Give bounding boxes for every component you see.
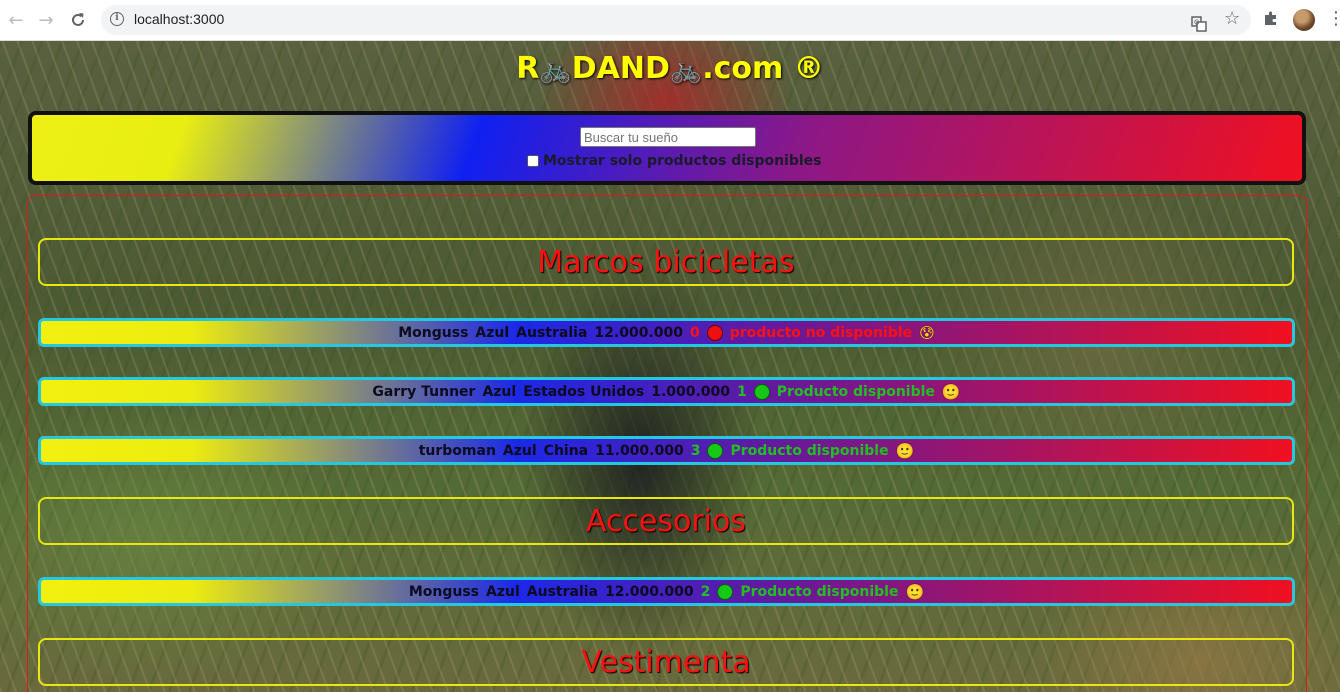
in-stock-filter[interactable]: Mostrar solo productos disponibles [527,152,822,170]
smiley-face-icon: 🙂 [905,582,925,601]
product-color: Azul [486,583,520,600]
category-row: Vestimenta [38,638,1294,686]
category-row: Accesorios [38,497,1294,545]
in-stock-checkbox[interactable] [527,155,539,167]
product-status: Producto disponible [740,583,899,600]
profile-avatar[interactable] [1293,9,1315,31]
address-bar[interactable]: i localhost:3000 G ☆ [101,5,1251,35]
product-row: Monguss Azul Australia 12.000.000 0 prod… [38,318,1295,347]
category-title: Accesorios [585,503,747,539]
product-country: Estados Unidos [523,383,645,400]
product-stock: 3 [690,442,701,459]
arrow-left-icon: ← [8,9,24,31]
product-status: Producto disponible [730,442,889,459]
available-dot-icon [753,383,770,400]
category-row: Marcos bicicletas [38,238,1294,286]
category-title: Vestimenta [581,644,751,680]
product-name: Monguss [408,583,480,600]
smiley-face-icon: 🙂 [941,382,961,401]
product-price: 12.000.000 [605,583,694,600]
star-icon[interactable]: ☆ [1224,10,1240,28]
svg-text:G: G [1194,19,1199,27]
back-button[interactable]: ← [4,8,28,32]
translate-icon[interactable]: G [1191,16,1207,36]
search-input[interactable] [580,127,756,147]
product-price: 11.000.000 [595,442,684,459]
address-url[interactable]: localhost:3000 [134,11,224,27]
arrow-right-icon: → [38,9,54,31]
product-name: turboman [418,442,496,459]
info-icon[interactable]: i [110,12,124,26]
bicycle-icon: 🚲 [539,55,572,85]
product-country: Australia [516,324,588,341]
search-panel: Mostrar solo productos disponibles [28,111,1306,185]
forward-button[interactable]: → [34,8,58,32]
product-stock: 1 [737,383,747,400]
product-row: turboman Azul China 11.000.000 3 Product… [38,436,1295,465]
product-color: Azul [475,324,510,341]
available-dot-icon [717,583,734,600]
product-stock: 0 [689,324,700,341]
category-title: Marcos bicicletas [537,244,795,280]
title-text: R [516,51,540,86]
anxious-face-icon: 😰 [919,323,935,342]
kebab-menu-icon[interactable]: ⋮ [1327,8,1340,29]
site-title: R🚲DAND🚲.com ® [0,51,1340,86]
product-name: Garry Tunner [372,383,476,400]
product-price: 1.000.000 [651,383,731,400]
reload-button[interactable] [66,8,90,32]
browser-toolbar: ← → i localhost:3000 G ☆ ⋮ [0,0,1340,41]
unavailable-dot-icon [706,324,723,341]
puzzle-icon[interactable] [1263,10,1279,30]
bicycle-icon: 🚲 [669,55,703,85]
smiley-face-icon: 🙂 [895,441,915,460]
title-text: DAND [571,51,670,86]
product-name: Monguss [398,324,469,341]
product-status: Producto disponible [776,383,935,400]
product-row: Garry Tunner Azul Estados Unidos 1.000.0… [38,377,1295,406]
product-country: China [543,442,589,459]
available-dot-icon [707,442,724,459]
product-status: producto no disponible [729,324,913,341]
product-color: Azul [482,383,517,400]
product-price: 12.000.000 [594,324,683,341]
product-country: Australia [526,583,598,600]
product-stock: 2 [700,583,711,600]
in-stock-label: Mostrar solo productos disponibles [543,153,822,169]
product-color: Azul [502,442,537,459]
reload-icon [72,13,84,26]
product-row: Monguss Azul Australia 12.000.000 2 Prod… [38,577,1295,606]
page-viewport: R🚲DAND🚲.com ® Mostrar solo productos dis… [0,41,1340,692]
title-text: .com ® [702,51,824,86]
